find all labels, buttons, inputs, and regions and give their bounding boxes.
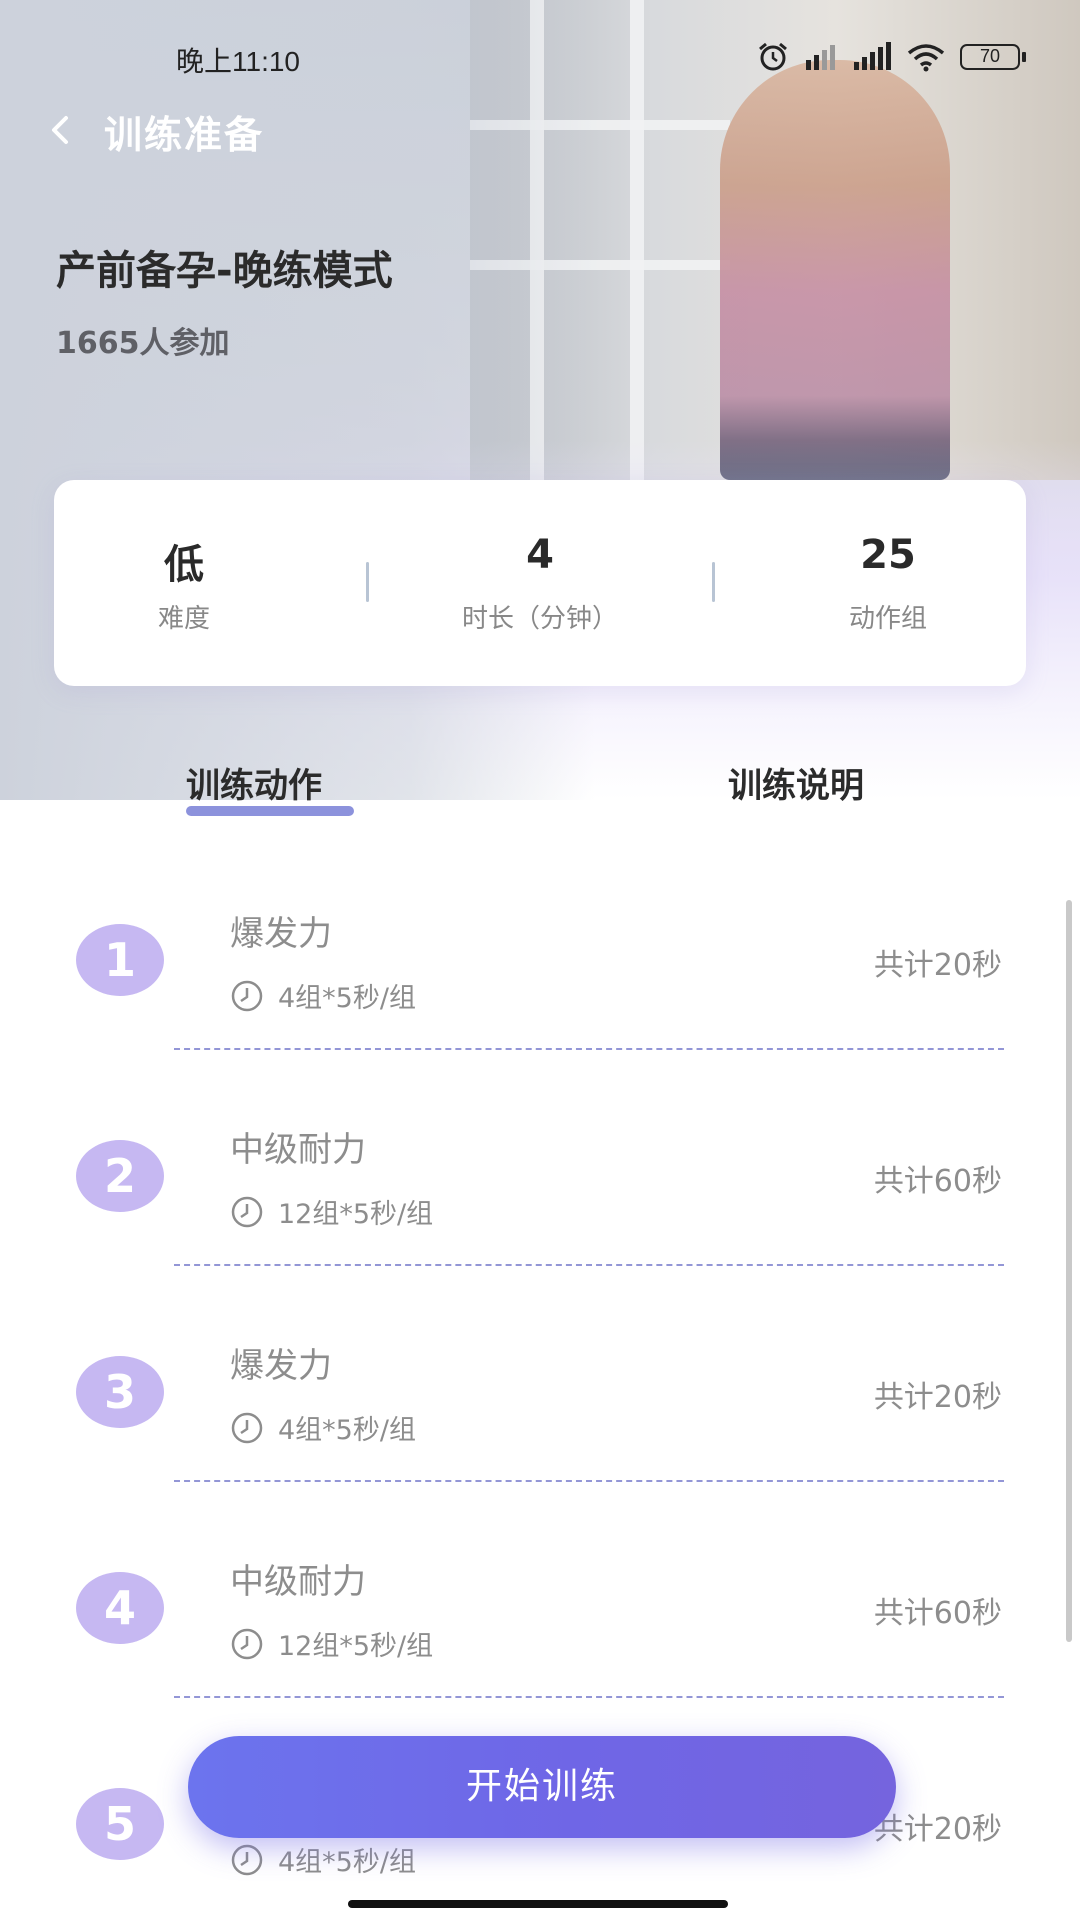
nav-bar: 训练准备 <box>0 96 1080 162</box>
list-item[interactable]: 2 中级耐力 12组*5秒/组 共计60秒 <box>0 1084 1080 1300</box>
exercise-number-badge: 1 <box>76 924 164 996</box>
stat-divider <box>712 562 715 602</box>
exercise-total: 共计20秒 <box>873 948 1002 983</box>
dashed-divider <box>174 1264 1004 1266</box>
clock-icon <box>231 1628 263 1659</box>
tab-active-indicator <box>186 806 354 816</box>
stat-value: 4 <box>526 532 554 578</box>
clock-icon <box>231 1412 263 1443</box>
clock-icon <box>231 1844 263 1875</box>
status-icons: 70 <box>756 42 1026 72</box>
wifi-icon <box>907 44 945 72</box>
stats-card: 低 难度 4 时长（分钟） 25 动作组 <box>54 480 1026 686</box>
stat-label: 时长（分钟） <box>461 604 618 634</box>
exercise-sets: 4组*5秒/组 <box>278 983 416 1014</box>
stat-action-groups: 25 动作组 <box>758 532 1018 635</box>
exercise-detail: 4组*5秒/组 <box>230 1408 416 1447</box>
exercise-number-badge: 4 <box>76 1572 164 1644</box>
battery-icon: 70 <box>960 44 1026 70</box>
exercise-name: 中级耐力 <box>230 1562 366 1602</box>
signal-icon <box>854 42 891 70</box>
clock-icon <box>231 980 263 1011</box>
list-item[interactable]: 1 爆发力 4组*5秒/组 共计20秒 <box>0 868 1080 1084</box>
home-indicator[interactable] <box>348 1900 728 1908</box>
status-time: 晚上11:10 <box>176 46 300 77</box>
exercise-number-badge: 2 <box>76 1140 164 1212</box>
exercise-sets: 4组*5秒/组 <box>278 1847 416 1878</box>
exercise-sets: 4组*5秒/组 <box>278 1415 416 1446</box>
stat-difficulty: 低 难度 <box>54 532 314 635</box>
exercise-name: 中级耐力 <box>230 1130 366 1170</box>
stat-divider <box>366 562 369 602</box>
stat-label: 动作组 <box>848 604 927 634</box>
exercise-sets: 12组*5秒/组 <box>278 1631 434 1662</box>
exercise-sets: 12组*5秒/组 <box>278 1199 434 1230</box>
exercise-total: 共计20秒 <box>873 1812 1002 1847</box>
alarm-icon <box>759 42 787 71</box>
tab-actions[interactable]: 训练动作 <box>186 758 322 807</box>
exercise-number-badge: 5 <box>76 1788 164 1860</box>
clock-icon <box>231 1196 263 1227</box>
back-button[interactable] <box>38 108 82 152</box>
chevron-left-icon <box>52 116 68 144</box>
stat-value: 低 <box>164 542 204 588</box>
list-item[interactable]: 3 爆发力 4组*5秒/组 共计20秒 <box>0 1300 1080 1516</box>
stat-label: 难度 <box>157 604 210 634</box>
tab-instructions[interactable]: 训练说明 <box>728 758 864 807</box>
stat-duration: 4 时长（分钟） <box>410 532 670 635</box>
exercise-detail: 12组*5秒/组 <box>230 1624 433 1663</box>
page-title: 训练准备 <box>104 113 265 157</box>
exercise-total: 共计60秒 <box>873 1596 1002 1631</box>
hd-signal-icon <box>806 45 835 70</box>
start-training-button[interactable]: 开始训练 <box>188 1736 896 1838</box>
scrollbar[interactable] <box>1066 900 1072 1642</box>
dashed-divider <box>174 1480 1004 1482</box>
training-prep-screen: 晚上11:10 70 训练准备 产前备孕-晚练模式 1665人参加 低 难度 4… <box>0 0 1080 1920</box>
list-item[interactable]: 4 中级耐力 12组*5秒/组 共计60秒 <box>0 1516 1080 1732</box>
stat-value: 25 <box>860 532 916 578</box>
exercise-name: 爆发力 <box>230 914 332 954</box>
exercise-detail: 12组*5秒/组 <box>230 1192 433 1231</box>
status-bar: 晚上11:10 70 <box>0 30 1080 86</box>
dashed-divider <box>174 1696 1004 1698</box>
participants-count: 1665人参加 <box>56 326 230 361</box>
exercise-total: 共计60秒 <box>873 1164 1002 1199</box>
exercise-detail: 4组*5秒/组 <box>230 976 416 1015</box>
plan-title: 产前备孕-晚练模式 <box>56 248 393 294</box>
dashed-divider <box>174 1048 1004 1050</box>
tab-bar: 训练动作 训练说明 <box>0 758 1080 818</box>
exercise-name: 爆发力 <box>230 1346 332 1386</box>
exercise-number-badge: 3 <box>76 1356 164 1428</box>
exercise-detail: 4组*5秒/组 <box>230 1840 416 1879</box>
exercise-total: 共计20秒 <box>873 1380 1002 1415</box>
